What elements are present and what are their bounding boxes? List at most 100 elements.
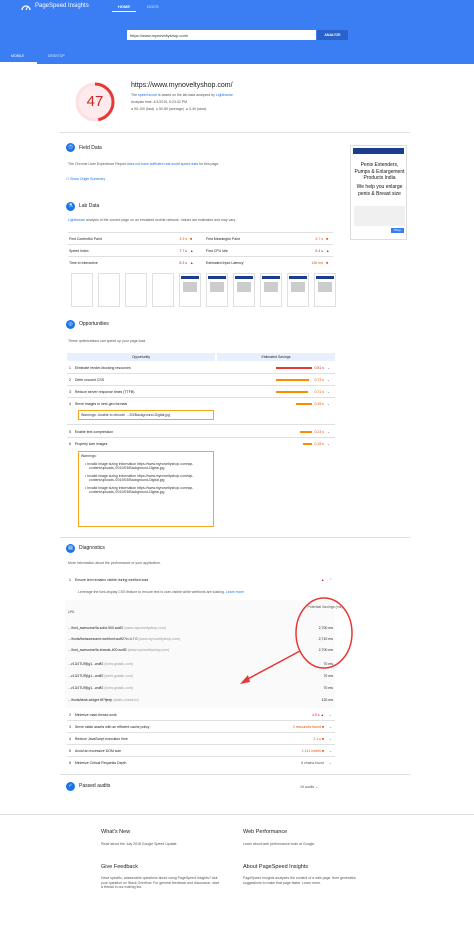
device-tabs: MOBILE DESKTOP <box>0 47 474 64</box>
expand-chevron-icon[interactable]: ⌄ <box>327 378 330 383</box>
warning-item: • Invalid image sizing information https… <box>85 473 194 483</box>
expand-chevron-icon[interactable]: ⌄ <box>327 366 330 371</box>
lab-lighthouse-link[interactable]: Lighthouse <box>68 218 85 222</box>
footer-give-feedback: Give Feedback <box>101 864 138 870</box>
diagnostic-row[interactable]: 3 Serve static assets with an efficient … <box>69 725 149 730</box>
annotation-arrowhead <box>240 675 250 684</box>
warning-title: Warnings: <box>81 454 97 458</box>
expand-chevron-icon[interactable]: ⌄ <box>327 402 330 407</box>
tab-mobile[interactable]: MOBILE <box>11 54 24 59</box>
average-dot-icon: ● <box>155 107 159 111</box>
divider <box>68 244 333 245</box>
divider <box>67 732 335 733</box>
metric-cpu-idle: First CPU Idle <box>206 249 228 253</box>
footer-feedback-text: Have specific, answerable questions abou… <box>101 876 220 890</box>
diagnostics-title: Diagnostics <box>79 545 105 551</box>
divider <box>60 537 410 538</box>
expand-chevron-icon[interactable]: ⌄ <box>329 761 332 766</box>
speed-score-note: The speed score is based on the lab data… <box>131 93 233 97</box>
footer-whats-new: What's New <box>101 829 131 835</box>
savings-value: 0.23 s <box>314 430 324 434</box>
passed-audits-count[interactable]: 16 audits ⌄ <box>300 785 318 790</box>
expand-chevron-icon[interactable]: ⌄ <box>329 713 332 718</box>
divider <box>67 373 335 374</box>
lab-data-icon: ⚗ <box>66 202 75 211</box>
footer-whats-new-text[interactable]: Read about the July 2018 Google Speed Up… <box>101 842 221 847</box>
filmstrip-frame <box>179 273 201 307</box>
collapse-chevron-icon[interactable]: ⌃ <box>329 578 332 583</box>
opportunity-row[interactable]: 4 Serve images in next-gen formats <box>69 402 127 407</box>
passed-audits-title[interactable]: Passed audits <box>79 783 110 790</box>
expand-chevron-icon[interactable]: ⌄ <box>329 737 332 742</box>
footer-web-performance-text[interactable]: Learn about web performance tools at Goo… <box>243 842 363 847</box>
analyze-button[interactable]: ANALYZE <box>317 30 348 40</box>
savings-value: 0.73 s <box>314 378 324 382</box>
expand-chevron-icon[interactable]: ⌄ <box>329 749 332 754</box>
origin-checkbox-icon: ☐ <box>66 177 70 181</box>
passed-audits-icon: ✓ <box>66 782 75 791</box>
savings-value: 0.81 s <box>314 366 324 370</box>
lab-data-desc: Lighthouse analysis of the current page … <box>68 218 236 222</box>
expand-chevron-icon[interactable]: ⌄ <box>327 390 330 395</box>
slow-triangle-icon: ▲ <box>190 261 194 265</box>
expand-chevron-icon[interactable]: ⌄ <box>327 430 330 435</box>
filmstrip-frame <box>98 273 120 307</box>
speed-score-link[interactable]: speed score <box>138 93 157 97</box>
nav-docs[interactable]: DOCS <box>147 4 159 9</box>
metric-input-latency-value: 160 ms <box>311 261 323 265</box>
diagnostic-value: 1,112 nodes ■ <box>301 749 324 753</box>
filmstrip-frame <box>287 273 309 307</box>
thumb-subline: We help you enlarge penis & Breast size <box>356 184 403 197</box>
metric-fmp: First Meaningful Paint <box>206 237 240 241</box>
diagnostic-value: 2.1 s ■ <box>313 737 324 741</box>
divider <box>67 437 335 438</box>
nav-home[interactable]: HOME <box>118 4 130 9</box>
annotation-overlay <box>240 597 353 684</box>
field-data-icon: ◷ <box>66 143 75 152</box>
slow-triangle-icon: ▲ <box>326 249 330 253</box>
field-data-link[interactable]: does not have sufficient real-world spee… <box>127 162 198 166</box>
savings-value: 0.15 s <box>314 442 324 446</box>
diagnostics-desc: More information about the performance o… <box>68 561 161 565</box>
diagnostic-row[interactable]: 6 Minimize Critical Requests Depth <box>69 761 126 766</box>
slow-dot-icon: ● <box>185 107 188 111</box>
diagnostic-value: 4.5 s ▲ <box>311 713 324 717</box>
opportunity-row[interactable]: 1 Eliminate render-blocking resources <box>69 366 131 371</box>
slow-triangle-icon: ▲ <box>190 249 194 253</box>
diagnostic-detail: Leverage the font-display CSS feature to… <box>78 590 244 594</box>
opportunity-row[interactable]: 3 Reduce server response times (TTFB) <box>69 390 134 395</box>
url-input[interactable] <box>127 30 316 40</box>
opportunity-row[interactable]: 6 Properly size images <box>69 442 107 447</box>
performance-score: 47 <box>86 93 104 110</box>
filmstrip-frame <box>71 273 93 307</box>
learn-more-link[interactable]: Learn more <box>226 590 244 594</box>
col-estimated-savings: Estimated Savings <box>217 353 335 361</box>
url-row: ...v13/JTURjIg1...woff2 (fonts.gstatic.c… <box>68 686 133 690</box>
diagnostic-value: 2 resources found ■ <box>292 725 324 729</box>
url-row: .../font_awesome/fa-solid-900.woff2 (www… <box>68 626 166 630</box>
diagnostic-row[interactable]: 1 Ensure text remains visible during web… <box>69 578 148 583</box>
savings-value: 0.71 s <box>314 390 324 394</box>
url-row: .../font_awesome/fa-brands-400.woff2 (ww… <box>68 648 170 652</box>
origin-summary-button[interactable]: ☐ Show Origin Summary <box>66 177 105 182</box>
url-row: ...v13/JTURjIg1...woff2 (fonts.gstatic.c… <box>68 662 133 666</box>
opportunity-row[interactable]: 2 Defer unused CSS <box>69 378 104 383</box>
thumb-image <box>354 206 405 226</box>
url-row: ...v13/JTURjIg1...woff2 (fonts.gstatic.c… <box>68 674 133 678</box>
url-row: .../fonts/tawk-widget.ttf?fjeejr (static… <box>68 698 139 702</box>
expand-chevron-icon[interactable]: ⌄ <box>327 442 330 447</box>
filmstrip-frame <box>152 273 174 307</box>
diagnostic-row[interactable]: 5 Avoid an excessive DOM size <box>69 749 121 754</box>
expand-chevron-icon[interactable]: ⌄ <box>329 725 332 730</box>
footer-about: About PageSpeed Insights <box>243 864 309 870</box>
diagnostic-row[interactable]: 2 Minimize main-thread work <box>69 713 117 718</box>
opportunity-row[interactable]: 5 Enable text compression <box>69 430 113 435</box>
warning-box: Warnings: Unable to decode .../03/Backgr… <box>78 410 214 420</box>
field-data-title: Field Data <box>79 145 102 151</box>
diagnostic-row[interactable]: 4 Reduce JavaScript execution time <box>69 737 128 742</box>
lighthouse-link[interactable]: Lighthouse <box>216 93 233 97</box>
top-app-bar: PageSpeed Insights HOME DOCS ANALYZE <box>0 0 474 47</box>
sizing-warning-box: Warnings: • Invalid image sizing informa… <box>78 451 214 527</box>
savings-value: 0.45 s <box>314 402 324 406</box>
tab-desktop[interactable]: DESKTOP <box>48 54 65 59</box>
